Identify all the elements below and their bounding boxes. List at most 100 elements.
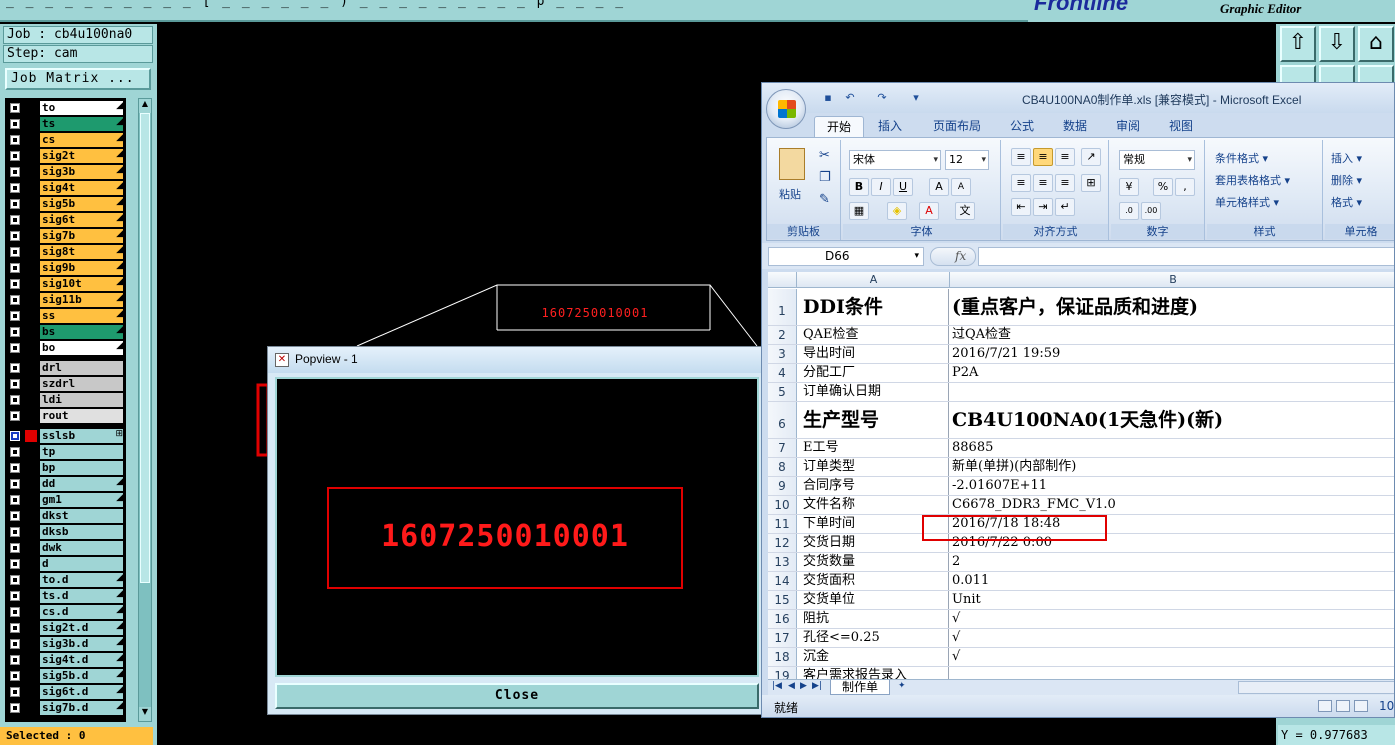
cell-a[interactable]: E工号 (798, 439, 949, 457)
format-painter-icon[interactable]: ✎ (819, 192, 830, 207)
layer-name[interactable]: sig7b.d (40, 701, 123, 715)
layer-row[interactable]: sig8t ◢ (5, 244, 126, 260)
decrease-indent-icon[interactable]: ⇤ (1011, 198, 1031, 216)
layer-row[interactable]: d (5, 556, 126, 572)
layer-checkbox[interactable] (10, 199, 20, 209)
layer-row[interactable]: sig4t.d ◢ (5, 652, 126, 668)
cell-a[interactable]: DDI条件 (798, 289, 949, 325)
layer-name[interactable]: sig10t (40, 277, 123, 291)
layer-name[interactable]: sig4t (40, 181, 123, 195)
paste-icon[interactable] (779, 148, 805, 180)
layer-row[interactable]: sig5b.d ◢ (5, 668, 126, 684)
insert-function-button[interactable]: fx (930, 247, 976, 266)
shrink-font-button[interactable]: A (951, 178, 971, 196)
layer-row[interactable]: sslsb ⊞ (5, 428, 126, 444)
layer-checkbox[interactable] (10, 575, 20, 585)
layer-row[interactable]: drl (5, 360, 126, 376)
layer-row[interactable]: dkst (5, 508, 126, 524)
layer-row[interactable]: ts ◢ (5, 116, 126, 132)
row-number[interactable]: 2 (768, 326, 797, 344)
layer-checkbox[interactable] (10, 327, 20, 337)
cell-a[interactable]: QAE检查 (798, 326, 949, 344)
layer-checkbox[interactable] (10, 671, 20, 681)
cell-b[interactable]: √ (950, 629, 1394, 647)
row-number[interactable]: 14 (768, 572, 797, 590)
page-break-view-icon[interactable] (1354, 700, 1368, 712)
layer-row[interactable]: ss ◢ (5, 308, 126, 324)
layer-row[interactable]: dksb (5, 524, 126, 540)
layer-name[interactable]: tp (40, 445, 123, 459)
layer-name[interactable]: ss (40, 309, 123, 323)
tab-data[interactable]: 数据 (1055, 116, 1095, 137)
comma-icon[interactable]: , (1175, 178, 1195, 196)
layer-name[interactable]: sig4t.d (40, 653, 123, 667)
row-number[interactable]: 12 (768, 534, 797, 552)
layer-name[interactable]: ts.d (40, 589, 123, 603)
cell-b[interactable]: 2 (950, 553, 1394, 571)
formula-input[interactable] (978, 247, 1394, 266)
underline-button[interactable]: U (893, 178, 913, 196)
border-icon[interactable]: ▦ (849, 202, 869, 220)
layer-name[interactable]: cs (40, 133, 123, 147)
cell-a[interactable]: 分配工厂 (798, 364, 949, 382)
layer-row[interactable]: bo ◢ (5, 340, 126, 356)
layer-row[interactable]: bp (5, 460, 126, 476)
row-number[interactable]: 1 (768, 289, 797, 325)
app-menu-bar[interactable]: _ _ _ _ _ _ _ _ _ _ [ _ _ _ _ _ _ ) _ _ … (0, 0, 1028, 22)
paste-button[interactable]: 粘贴 (779, 186, 801, 202)
scroll-down-icon[interactable]: ▼ (139, 707, 151, 721)
home-icon[interactable]: ⌂ (1358, 26, 1394, 62)
cell-a[interactable]: 合同序号 (798, 477, 949, 495)
layer-name[interactable]: bo (40, 341, 123, 355)
layer-row[interactable]: sig2t.d ◢ (5, 620, 126, 636)
font-size-select[interactable]: 12 (945, 150, 989, 170)
layer-checkbox[interactable] (10, 607, 20, 617)
row-number[interactable]: 6 (768, 402, 797, 438)
layer-row[interactable]: rout (5, 408, 126, 424)
layer-row[interactable]: to ◢ (5, 100, 126, 116)
row-number[interactable]: 4 (768, 364, 797, 382)
layer-row[interactable]: ldi (5, 392, 126, 408)
align-left-icon[interactable]: ≡ (1011, 174, 1031, 192)
layer-checkbox[interactable] (10, 431, 20, 441)
layer-name[interactable]: drl (40, 361, 123, 375)
row-number[interactable]: 18 (768, 648, 797, 666)
page-layout-view-icon[interactable] (1336, 700, 1350, 712)
cut-icon[interactable]: ✂ (819, 148, 830, 163)
layer-checkbox[interactable] (10, 639, 20, 649)
excel-titlebar[interactable]: ▪ ↶ ↷ ▾ CB4U100NA0制作单.xls [兼容模式] - Micro… (762, 83, 1394, 113)
download-icon[interactable]: ⇩ (1319, 26, 1355, 62)
sheet-tab[interactable]: 制作单 (830, 680, 890, 695)
layer-checkbox[interactable] (10, 527, 20, 537)
cell-b[interactable]: 2016/7/21 19:59 (950, 345, 1394, 363)
layer-row[interactable]: cs.d ◢ (5, 604, 126, 620)
cell-b[interactable]: 新单(单拼)(内部制作) (950, 458, 1394, 476)
layer-name[interactable]: rout (40, 409, 123, 423)
scroll-thumb[interactable] (140, 113, 150, 583)
layer-checkbox[interactable] (10, 215, 20, 225)
cell-b[interactable]: 过QA检查 (950, 326, 1394, 344)
layer-checkbox[interactable] (10, 343, 20, 353)
cell-a[interactable]: 订单确认日期 (798, 383, 949, 401)
layer-checkbox[interactable] (10, 591, 20, 601)
job-matrix-button[interactable]: Job Matrix ... (5, 68, 151, 90)
layer-name[interactable]: sig3b.d (40, 637, 123, 651)
layer-row[interactable]: gm1 ◢ (5, 492, 126, 508)
layer-checkbox[interactable] (10, 411, 20, 421)
office-button[interactable] (766, 89, 806, 129)
layer-checkbox[interactable] (10, 543, 20, 553)
cell-b[interactable] (950, 383, 1394, 401)
layer-name[interactable]: bp (40, 461, 123, 475)
layer-checkbox[interactable] (10, 231, 20, 241)
layer-name[interactable]: sig2t (40, 149, 123, 163)
layer-name[interactable]: gm1 (40, 493, 123, 507)
layer-row[interactable]: sig4t ◢ (5, 180, 126, 196)
row-number[interactable]: 3 (768, 345, 797, 363)
layer-row[interactable]: sig5b ◢ (5, 196, 126, 212)
layer-name[interactable]: sig9b (40, 261, 123, 275)
align-top-icon[interactable]: ≡ (1011, 148, 1031, 166)
fill-color-icon[interactable]: ◈ (887, 202, 907, 220)
first-sheet-icon[interactable]: |◀ (772, 681, 782, 691)
layer-checkbox[interactable] (10, 135, 20, 145)
layer-name[interactable]: sig5b (40, 197, 123, 211)
